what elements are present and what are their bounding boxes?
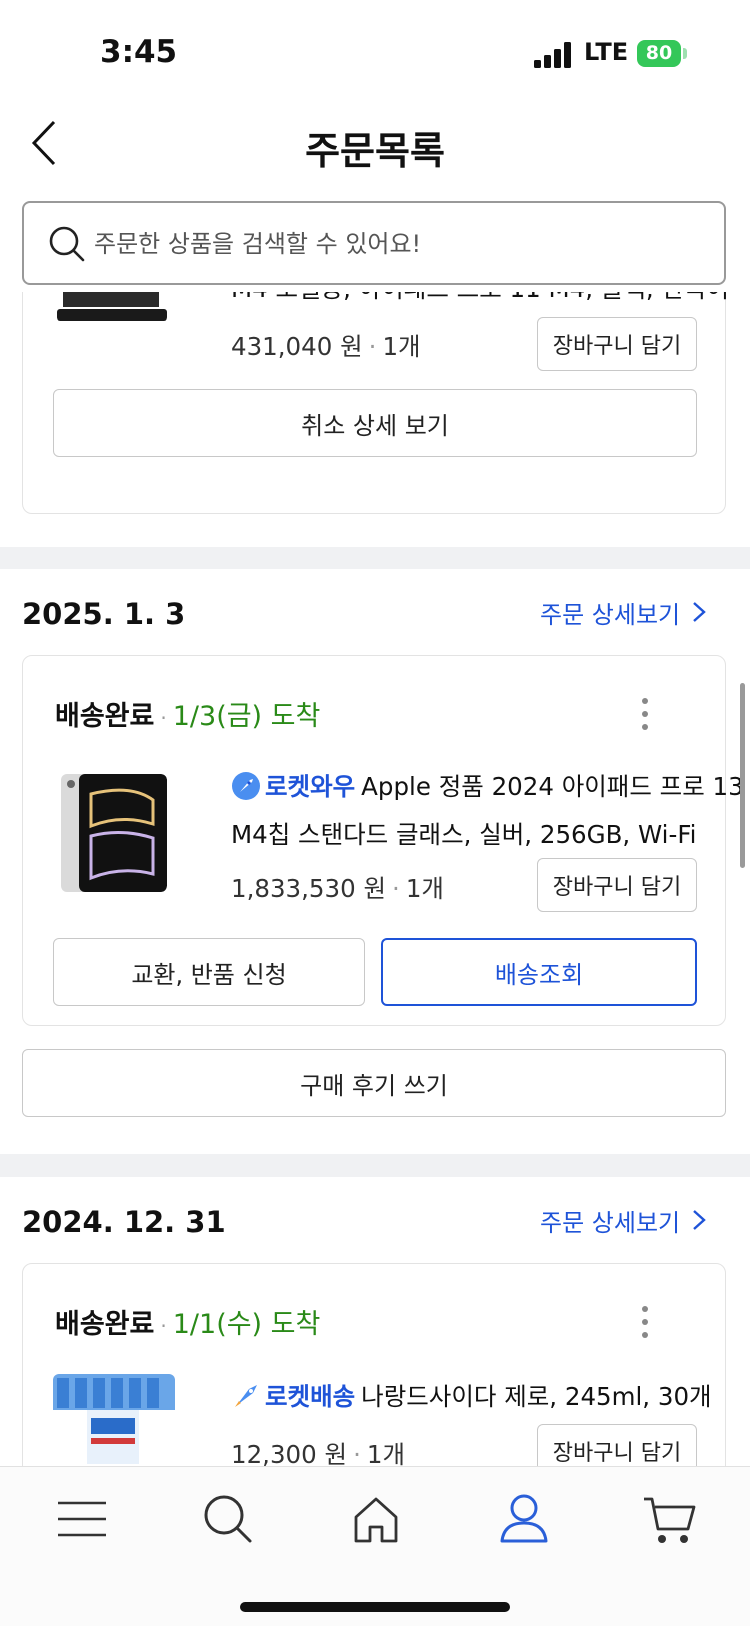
delivery-status: 배송완료 · 1/1(수) 도착 xyxy=(55,1309,321,1340)
arrival-date: 1/3(금) 도착 xyxy=(172,701,321,732)
tab-bar xyxy=(0,1466,750,1626)
status-label: 배송완료 xyxy=(55,1309,155,1340)
add-to-cart-button[interactable]: 장바구니 담기 xyxy=(537,317,697,371)
add-to-cart-button[interactable]: 장바구니 담기 xyxy=(537,1424,697,1466)
menu-icon[interactable] xyxy=(54,1491,110,1547)
more-options-icon[interactable] xyxy=(635,1302,655,1342)
order-card: M4 모델용, 아이패드 프로 11 M4, 블랙, 한국어 431,040 원… xyxy=(22,292,729,514)
write-review-button[interactable]: 구매 후기 쓰기 xyxy=(22,1049,726,1117)
exchange-return-button[interactable]: 교환, 반품 신청 xyxy=(53,938,365,1006)
order-group: M4 모델용, 아이패드 프로 11 M4, 블랙, 한국어 431,040 원… xyxy=(0,292,750,547)
order-date: 2024. 12. 31 xyxy=(22,1205,226,1239)
order-detail-link[interactable]: 주문 상세보기 xyxy=(540,595,706,630)
page-title: 주문목록 xyxy=(305,129,445,173)
product-title-line-1: 로켓와우 Apple 정품 2024 아이패드 프로 13 xyxy=(231,766,744,814)
price-value: 431,040 원 xyxy=(231,332,363,361)
cancel-detail-button[interactable]: 취소 상세 보기 xyxy=(53,389,697,457)
product-title[interactable]: 로켓와우 Apple 정품 2024 아이패드 프로 13 M4칩 스탠다드 글래… xyxy=(231,766,744,856)
order-detail-label: 주문 상세보기 xyxy=(540,601,681,629)
arrival-date: 1/1(수) 도착 xyxy=(172,1309,321,1340)
header: 주문목록 xyxy=(0,100,750,192)
product-title[interactable]: 로켓배송 나랑드사이다 제로, 245ml, 30개 xyxy=(231,1376,712,1424)
network-label: LTE xyxy=(584,38,629,66)
home-icon[interactable] xyxy=(348,1491,404,1547)
quantity: 1개 xyxy=(366,1440,405,1466)
search-input[interactable] xyxy=(94,221,694,267)
rocket-wow-badge: 로켓와우 xyxy=(265,772,356,801)
search-icon xyxy=(49,226,85,262)
status-label: 배송완료 xyxy=(55,701,155,732)
delivery-status: 배송완료 · 1/3(금) 도착 xyxy=(55,701,321,732)
track-delivery-button[interactable]: 배송조회 xyxy=(381,938,697,1006)
title-text: 나랑드사이다 제로, 245ml, 30개 xyxy=(361,1382,712,1411)
rocket-icon xyxy=(231,771,261,814)
chevron-right-icon xyxy=(692,1209,706,1237)
title-text: Apple 정품 2024 아이패드 프로 13 xyxy=(361,772,744,801)
product-price: 431,040 원 · 1개 xyxy=(231,332,421,361)
order-group: 2024. 12. 31 주문 상세보기 배송완료 · 1/1(수) 도착 로켓… xyxy=(0,1177,750,1466)
order-detail-label: 주문 상세보기 xyxy=(540,1209,681,1237)
rocket-icon xyxy=(231,1381,261,1424)
status-bar: 3:45 LTE 80 xyxy=(0,0,750,100)
order-detail-link[interactable]: 주문 상세보기 xyxy=(540,1203,706,1238)
order-list[interactable]: M4 모델용, 아이패드 프로 11 M4, 블랙, 한국어 431,040 원… xyxy=(0,292,750,1466)
rocket-delivery-badge: 로켓배송 xyxy=(265,1382,356,1411)
signal-icon xyxy=(534,42,574,68)
cart-icon[interactable] xyxy=(642,1491,698,1547)
user-icon[interactable] xyxy=(496,1491,552,1547)
quantity: 1개 xyxy=(382,332,421,361)
search-bar[interactable] xyxy=(22,201,726,285)
order-card: 배송완료 · 1/1(수) 도착 로켓배송 나랑드사이다 제로, 245ml, 30개 xyxy=(22,1263,726,1466)
order-date: 2025. 1. 3 xyxy=(22,597,186,631)
more-options-icon[interactable] xyxy=(635,694,655,734)
product-price: 12,300 원 · 1개 xyxy=(231,1436,405,1466)
battery-tip xyxy=(683,48,687,59)
product-price: 1,833,530 원 · 1개 xyxy=(231,874,444,903)
add-to-cart-button[interactable]: 장바구니 담기 xyxy=(537,858,697,912)
product-image[interactable] xyxy=(57,292,167,323)
product-title-line-2: M4칩 스탠다드 글래스, 실버, 256GB, Wi-Fi xyxy=(231,820,697,849)
home-indicator xyxy=(240,1602,510,1612)
order-group: 2025. 1. 3 주문 상세보기 배송완료 · 1/3(금) 도착 로켓와우… xyxy=(0,569,750,1154)
search-icon[interactable] xyxy=(200,1491,256,1547)
product-image[interactable] xyxy=(53,1374,175,1464)
chevron-right-icon xyxy=(692,601,706,629)
order-card: 배송완료 · 1/3(금) 도착 로켓와우 Apple 정품 2024 아이패드… xyxy=(22,655,744,1026)
battery-icon: 80 xyxy=(637,40,681,67)
price-value: 1,833,530 원 xyxy=(231,874,387,903)
scrollbar[interactable] xyxy=(740,683,745,868)
price-value: 12,300 원 xyxy=(231,1440,348,1466)
quantity: 1개 xyxy=(405,874,444,903)
status-time: 3:45 xyxy=(100,34,178,70)
product-title[interactable]: M4 모델용, 아이패드 프로 11 M4, 블랙, 한국어 xyxy=(231,292,729,310)
product-image[interactable] xyxy=(61,774,167,892)
